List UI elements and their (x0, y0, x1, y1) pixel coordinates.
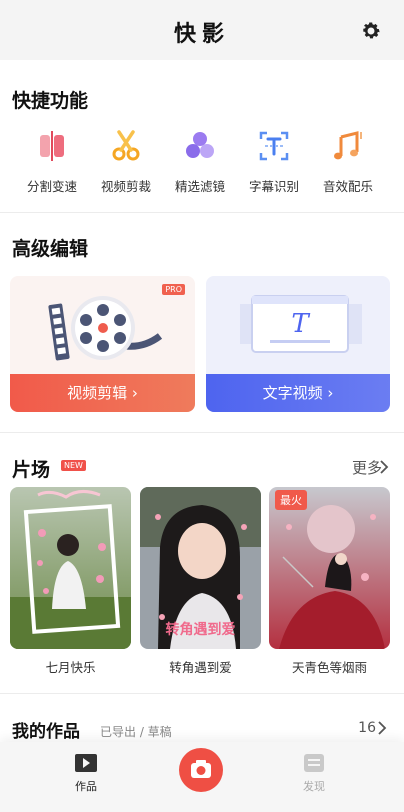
quick-functions: 分割变速 视频剪裁 精选滤镜 字幕识别 音效配乐 (0, 126, 404, 196)
filter-icon (180, 126, 220, 166)
subtitle-recognize-icon (254, 126, 294, 166)
divider (0, 212, 404, 213)
quick-item-filter[interactable]: 精选滤镜 (162, 126, 238, 195)
quick-item-music[interactable]: 音效配乐 (310, 126, 386, 195)
divider (0, 693, 404, 694)
hot-badge: 最火 (275, 490, 307, 510)
tab-label: 作品 (75, 780, 97, 793)
video-edit-button[interactable]: 视频剪辑 › (10, 374, 195, 412)
app-screen: 快影 快捷功能 分割变速 视频剪裁 精选滤镜 字幕识别 音效配乐 高级编辑 PR… (0, 0, 404, 812)
tab-label: 发现 (303, 780, 325, 793)
divider (0, 432, 404, 433)
top-bar: 快影 (0, 0, 404, 60)
quick-item-split-speed[interactable]: 分割变速 (14, 126, 90, 195)
quick-item-label: 视频剪裁 (100, 179, 151, 194)
film-thumbnail-3[interactable]: 最火 (269, 487, 390, 649)
works-count[interactable]: 16 (358, 720, 376, 736)
quick-item-label: 字幕识别 (248, 179, 299, 194)
film-label: 七月快乐 (45, 660, 96, 675)
quick-item-subtitle[interactable]: 字幕识别 (236, 126, 312, 195)
quick-item-label: 分割变速 (26, 179, 77, 194)
advanced-edit-title: 高级编辑 (12, 238, 89, 260)
film-thumbnail-1[interactable] (10, 487, 131, 649)
my-works-subtitle[interactable]: 已导出 / 草稿 (100, 723, 172, 740)
tab-discover[interactable]: 发现 (284, 754, 344, 794)
chevron-right-icon[interactable] (378, 460, 390, 474)
app-title: 快影 (173, 22, 230, 47)
camera-icon (191, 760, 211, 778)
music-note-icon (328, 126, 368, 166)
split-speed-icon (32, 126, 72, 166)
film-caption: 转角遇到爱 (165, 622, 236, 638)
camera-button[interactable] (179, 748, 223, 792)
film-studio-title: 片场 (12, 459, 51, 481)
film-label: 转角遇到爱 (169, 660, 232, 675)
film-label: 天青色等烟雨 (291, 660, 367, 675)
tab-works[interactable]: 作品 (56, 754, 116, 794)
my-works-title: 我的作品 (12, 722, 80, 742)
discover-icon (303, 754, 325, 772)
quick-functions-title: 快捷功能 (12, 90, 89, 112)
quick-item-label: 音效配乐 (322, 179, 373, 194)
quick-item-label: 精选滤镜 (174, 179, 225, 194)
scissors-icon (106, 126, 146, 166)
play-video-icon (75, 754, 97, 772)
text-video-icon: T (240, 295, 362, 353)
svg-text:T: T (291, 309, 310, 339)
text-video-button[interactable]: 文字视频 › (206, 374, 390, 412)
video-edit-card[interactable]: PRO 视频剪辑 › (10, 276, 195, 412)
gear-icon[interactable] (360, 20, 382, 42)
film-reel-icon (48, 296, 163, 361)
chevron-right-icon[interactable] (376, 721, 388, 735)
new-badge: NEW (61, 460, 86, 471)
text-video-card[interactable]: T 文字视频 › (206, 276, 390, 412)
film-thumbnail-2[interactable]: 转角遇到爱 (140, 487, 261, 649)
quick-item-video-crop[interactable]: 视频剪裁 (88, 126, 164, 195)
